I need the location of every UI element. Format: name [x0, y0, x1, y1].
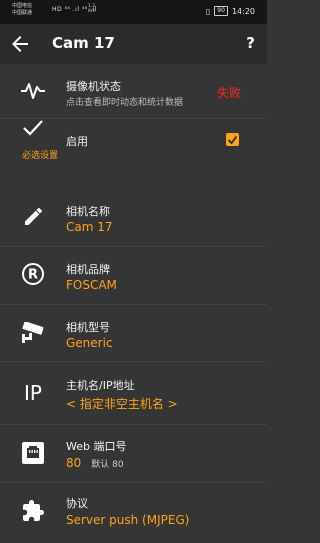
enabled-row[interactable]: 启用	[0, 119, 267, 148]
camera-brand-row[interactable]: R 相机品牌 FOSCAM	[0, 247, 267, 305]
hostname-value: < 指定非空主机名 >	[66, 397, 178, 411]
hostname-label: 主机名/IP地址	[66, 379, 135, 392]
battery-indicator: 90	[214, 6, 228, 16]
camera-name-label: 相机名称	[66, 205, 110, 218]
protocol-row[interactable]: 协议 Server push (MJPEG)	[0, 483, 267, 543]
camera-brand-label: 相机品牌	[66, 263, 110, 276]
web-port-row[interactable]: Web 端口号 80 默认 80	[0, 425, 267, 483]
camera-status-label: 摄像机状态	[66, 80, 121, 93]
ethernet-port-icon	[18, 438, 48, 468]
carrier-1: 中国电信	[12, 3, 33, 9]
status-badge: 失败	[216, 86, 241, 100]
enabled-checkbox[interactable]	[226, 133, 239, 146]
svg-text:R: R	[28, 268, 38, 283]
web-port-default: 默认 80	[91, 460, 124, 470]
clock: 14:20	[231, 6, 255, 16]
camera-model-row[interactable]: 相机型号 Generic	[0, 305, 267, 362]
check-icon	[18, 113, 48, 143]
camera-name-value: Cam 17	[66, 220, 113, 234]
protocol-value: Server push (MJPEG)	[66, 513, 190, 527]
pulse-icon	[18, 76, 48, 106]
net-speed: 1.2 K/s	[88, 4, 96, 14]
web-port-label: Web 端口号	[66, 440, 127, 453]
back-arrow-icon[interactable]	[8, 32, 32, 56]
camera-status-desc: 点击查看即时动态和统计数据	[66, 98, 184, 108]
pencil-icon	[18, 201, 48, 231]
protocol-label: 协议	[66, 497, 88, 510]
help-button[interactable]: ?	[246, 34, 255, 52]
status-right: ▯ 90 14:20	[206, 6, 255, 16]
vibrate-icon: ▯	[205, 6, 211, 16]
registered-icon: R	[18, 259, 48, 289]
camera-name-row[interactable]: 相机名称 Cam 17	[0, 190, 267, 247]
cctv-camera-icon	[18, 318, 48, 348]
web-port-value-line: 80 默认 80	[66, 456, 124, 470]
carrier-info: 中国电信 中国联通	[12, 3, 32, 17]
camera-brand-value: FOSCAM	[66, 278, 117, 292]
carrier-2: 中国联通	[12, 10, 33, 16]
camera-model-label: 相机型号	[66, 321, 110, 334]
camera-model-value: Generic	[66, 336, 113, 350]
puzzle-piece-icon	[18, 496, 48, 526]
ip-icon: IP	[24, 381, 42, 405]
section-required-header: 必选设置	[22, 151, 59, 161]
page-title: Cam 17	[52, 34, 115, 52]
hostname-row[interactable]: IP 主机名/IP地址 < 指定非空主机名 >	[0, 362, 267, 425]
app-bar: Cam 17 ?	[0, 24, 267, 64]
web-port-value: 80	[66, 456, 82, 470]
enabled-label: 启用	[66, 135, 88, 148]
status-bar: 中国电信 中国联通 HD ⁴⁶ .ıl ⁴⁶ .ıl 1.2 K/s ▯ 90 …	[0, 0, 267, 24]
camera-status-row[interactable]: 摄像机状态 点击查看即时动态和统计数据 失败	[0, 64, 267, 119]
